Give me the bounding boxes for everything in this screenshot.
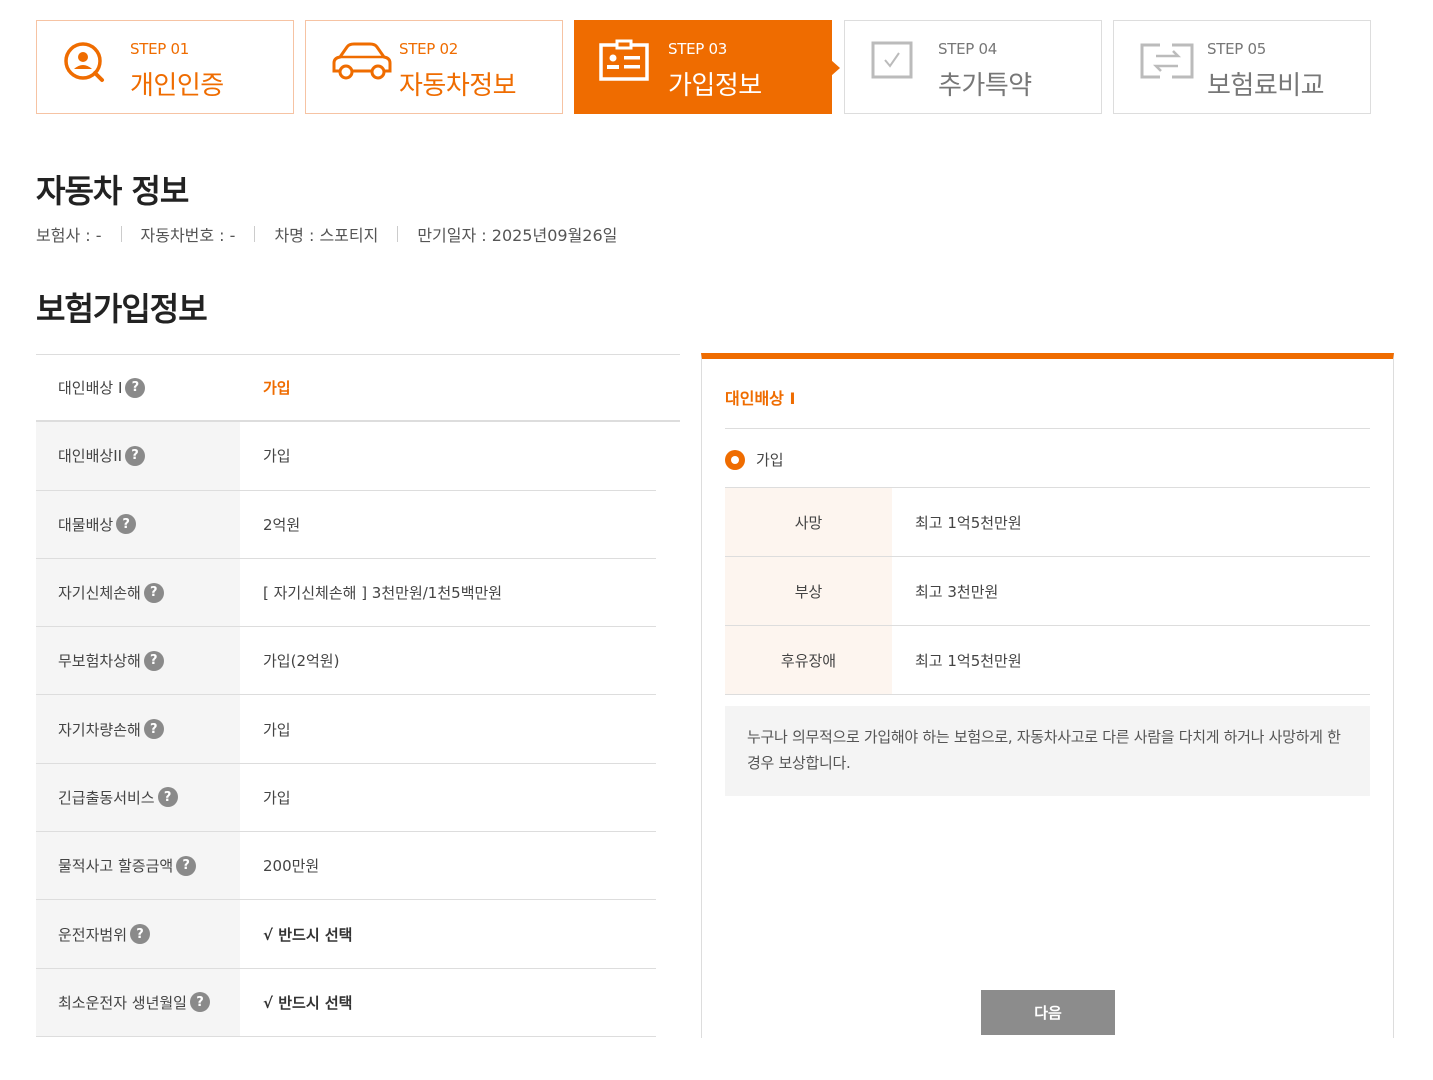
plate-text: 자동차번호 : - xyxy=(140,226,236,245)
help-icon[interactable]: ? xyxy=(125,377,146,398)
row-label: 운전자범위 xyxy=(58,925,128,944)
car-info-meta: 보험사 : - 자동차번호 : - 차명 : 스포티지 만기일자 : 2025년… xyxy=(36,222,617,246)
divider xyxy=(254,226,256,242)
row-value: √ 반드시 선택 xyxy=(263,993,353,1012)
help-icon[interactable]: ? xyxy=(116,514,137,535)
step-01[interactable]: STEP 01 개인인증 xyxy=(36,20,294,114)
step-number: STEP 04 xyxy=(938,40,997,58)
help-icon[interactable]: ? xyxy=(143,719,164,740)
help-icon[interactable]: ? xyxy=(130,924,151,945)
row-label: 긴급출동서비스 xyxy=(58,788,155,807)
row-label: 최소운전자 생년월일 xyxy=(58,993,187,1012)
step-name: 자동차정보 xyxy=(399,71,517,101)
enroll-radio-option[interactable]: 가입 xyxy=(725,449,784,470)
expiry-text: 만기일자 : 2025년09월26일 xyxy=(417,226,618,245)
coverage-row-own-vehicle[interactable]: 자기차량손해? 가입 xyxy=(36,695,656,764)
divider xyxy=(397,226,399,242)
coverage-limit-row: 후유장애 최고 1억5천만원 xyxy=(725,626,1370,695)
person-search-icon xyxy=(64,42,104,82)
help-icon[interactable]: ? xyxy=(143,650,164,671)
row-value: 가입 xyxy=(263,788,291,807)
help-icon[interactable]: ? xyxy=(125,445,146,466)
coverage-row-bodily-injury-2[interactable]: 대인배상II? 가입 xyxy=(36,422,656,491)
step-name: 개인인증 xyxy=(130,71,224,101)
step-number: STEP 02 xyxy=(399,40,458,58)
coverage-row-uninsured[interactable]: 무보험차상해? 가입(2억원) xyxy=(36,627,656,696)
step-05[interactable]: STEP 05 보험료비교 xyxy=(1113,20,1371,114)
coverage-detail-panel: 대인배상 I 가입 사망 최고 1억5천만원 부상 최고 3천만원 후유장애 최… xyxy=(701,353,1394,1038)
divider xyxy=(120,226,122,242)
coverage-row-min-driver-birth[interactable]: 최소운전자 생년월일? √ 반드시 선택 xyxy=(36,968,656,1037)
coverage-row-bodily-injury-1[interactable]: 대인배상 I? 가입 xyxy=(36,354,680,423)
active-step-arrow xyxy=(831,60,840,76)
coverage-row-emergency[interactable]: 긴급출동서비스? 가입 xyxy=(36,763,656,833)
coverage-row-property-damage[interactable]: 대물배상? 2억원 xyxy=(36,490,656,559)
checkbox-icon xyxy=(871,41,913,79)
row-label: 대물배상 xyxy=(58,515,114,534)
row-value: √ 반드시 선택 xyxy=(263,925,353,944)
row-label: 자기신체손해 xyxy=(58,584,141,603)
limit-value: 최고 1억5천만원 xyxy=(915,651,1022,670)
car-icon xyxy=(332,42,392,80)
coverage-limit-row: 부상 최고 3천만원 xyxy=(725,557,1370,626)
step-03[interactable]: STEP 03 가입정보 xyxy=(574,20,840,114)
step-number: STEP 01 xyxy=(130,40,189,58)
coverage-limit-row: 사망 최고 1억5천만원 xyxy=(725,488,1370,557)
step-02[interactable]: STEP 02 자동차정보 xyxy=(305,20,563,114)
coverage-row-self-injury[interactable]: 자기신체손해? [ 자기신체손해 ] 3천만원/1천5백만원 xyxy=(36,558,656,628)
compare-icon xyxy=(1140,43,1194,79)
coverage-description: 누구나 의무적으로 가입해야 하는 보험으로, 자동차사고로 다른 사람을 다치… xyxy=(725,706,1370,796)
limit-label: 후유장애 xyxy=(725,626,892,694)
row-value: 2억원 xyxy=(263,515,301,534)
radio-label: 가입 xyxy=(756,451,784,469)
step-number: STEP 05 xyxy=(1207,40,1266,58)
step-number: STEP 03 xyxy=(668,40,727,58)
step-name: 보험료비교 xyxy=(1207,71,1325,101)
step-name: 추가특약 xyxy=(938,71,1032,101)
id-card-icon xyxy=(599,39,649,81)
row-label: 대인배상II xyxy=(58,447,123,466)
step-navigation: STEP 01 개인인증 STEP 02 자동차정보 STEP 03 가입정보 xyxy=(36,20,1371,114)
panel-title: 대인배상 I xyxy=(725,389,796,408)
row-value: 가입 xyxy=(263,447,291,466)
help-icon[interactable]: ? xyxy=(157,787,178,808)
row-label: 무보험차상해 xyxy=(58,652,141,671)
step-04[interactable]: STEP 04 추가특약 xyxy=(844,20,1102,114)
help-icon[interactable]: ? xyxy=(143,582,164,603)
next-button[interactable]: 다음 xyxy=(981,990,1115,1035)
row-value: 200만원 xyxy=(263,857,320,876)
limit-label: 사망 xyxy=(725,488,892,556)
coverage-row-driver-scope[interactable]: 운전자범위? √ 반드시 선택 xyxy=(36,900,656,969)
limit-value: 최고 3천만원 xyxy=(915,582,999,601)
row-value: 가입(2억원) xyxy=(263,652,340,671)
limit-label: 부상 xyxy=(725,557,892,625)
row-label: 자기차량손해 xyxy=(58,720,141,739)
coverage-row-surcharge[interactable]: 물적사고 할증금액? 200만원 xyxy=(36,832,656,901)
insurer-text: 보험사 : - xyxy=(36,226,102,245)
row-value: 가입 xyxy=(263,720,291,739)
model-text: 차명 : 스포티지 xyxy=(274,226,379,245)
enroll-info-title: 보험가입정보 xyxy=(36,290,208,328)
radio-selected-icon[interactable] xyxy=(725,449,745,470)
car-info-title: 자동차 정보 xyxy=(36,172,189,210)
row-label: 대인배상 I xyxy=(58,379,123,398)
row-label: 물적사고 할증금액 xyxy=(58,857,174,876)
coverage-table: 대인배상 I? 가입 대인배상II? 가입 대물배상? 2억원 자기신체손해? … xyxy=(36,354,680,1037)
coverage-limit-table: 사망 최고 1억5천만원 부상 최고 3천만원 후유장애 최고 1억5천만원 xyxy=(725,487,1370,695)
step-name: 가입정보 xyxy=(668,71,762,101)
limit-value: 최고 1억5천만원 xyxy=(915,513,1022,532)
help-icon[interactable]: ? xyxy=(176,855,197,876)
divider xyxy=(725,428,1370,429)
row-value: 가입 xyxy=(263,379,291,398)
help-icon[interactable]: ? xyxy=(189,992,210,1013)
row-value: [ 자기신체손해 ] 3천만원/1천5백만원 xyxy=(263,584,503,603)
